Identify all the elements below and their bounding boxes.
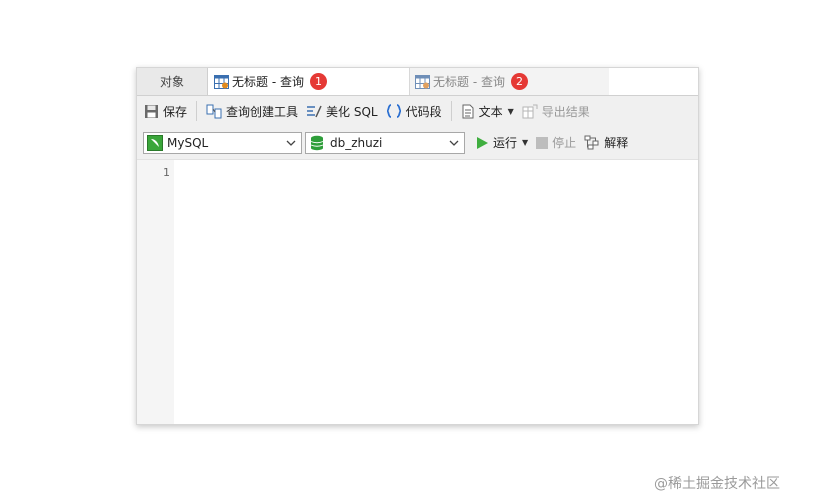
text-mode-label: 文本 (478, 104, 503, 119)
document-icon (462, 104, 474, 118)
dropdown-arrow-icon: ▼ (507, 106, 514, 116)
query-table-icon (214, 74, 229, 89)
stop-button[interactable]: 停止 (532, 132, 580, 154)
export-icon (522, 104, 538, 118)
tab-bar: 对象 无标题 - 查询 1 无标题 - 查询 2 (137, 68, 698, 96)
toolbar-divider (196, 101, 198, 121)
braces-icon (386, 104, 401, 118)
tab-query-1-label: 无标题 - 查询 (232, 75, 304, 89)
line-number-gutter: 1 (137, 160, 174, 424)
save-icon (145, 104, 158, 118)
explain-button[interactable]: 解释 (580, 132, 632, 154)
connection-value: MySQL (167, 135, 209, 150)
query-toolbar: 保存 查询创建工具 美化 SQL 代码段 文本 ▼ 导出结果 (137, 96, 698, 126)
export-results-label: 导出结果 (541, 104, 590, 119)
tab-objects-label: 对象 (159, 75, 184, 89)
run-button[interactable]: 运行 ▼ (471, 132, 532, 154)
save-button[interactable]: 保存 (140, 100, 191, 122)
chevron-down-icon (449, 140, 459, 146)
connection-toolbar: MySQL db_zhuzi 运行 ▼ 停止 解释 (137, 126, 698, 160)
tab-query-2-badge: 2 (510, 73, 528, 90)
beautify-icon (307, 105, 322, 117)
tab-query-1-badge: 1 (309, 73, 327, 90)
tab-query-2-label: 无标题 - 查询 (433, 75, 505, 89)
code-snippet-button[interactable]: 代码段 (382, 100, 446, 122)
database-select[interactable]: db_zhuzi (305, 131, 465, 154)
connection-select[interactable]: MySQL (143, 131, 302, 154)
run-label: 运行 (493, 136, 518, 150)
query-table-icon (415, 74, 430, 89)
save-label: 保存 (163, 104, 188, 119)
tab-objects[interactable]: 对象 (137, 68, 208, 95)
query-builder-button[interactable]: 查询创建工具 (202, 100, 302, 122)
stop-label: 停止 (552, 136, 577, 150)
mysql-connection-icon (147, 134, 163, 151)
dropdown-arrow-icon: ▼ (522, 138, 529, 147)
explain-icon (584, 135, 599, 150)
beautify-sql-button[interactable]: 美化 SQL (302, 100, 382, 122)
tab-query-2[interactable]: 无标题 - 查询 2 (410, 68, 609, 95)
export-results-button[interactable]: 导出结果 (518, 100, 594, 122)
sql-editor[interactable]: 1 (137, 160, 698, 424)
play-icon (477, 136, 488, 149)
watermark: @稀土掘金技术社区 (654, 476, 780, 492)
beautify-label: 美化 SQL (326, 104, 378, 119)
stop-icon (536, 136, 549, 149)
explain-label: 解释 (604, 136, 629, 150)
query-window: 对象 无标题 - 查询 1 无标题 - 查询 2 保存 查询创建工具 美化 SQ… (136, 67, 699, 425)
query-builder-label: 查询创建工具 (226, 104, 299, 119)
database-value: db_zhuzi (330, 135, 383, 150)
toolbar-divider (450, 101, 452, 121)
database-icon (310, 135, 324, 150)
tab-query-1[interactable]: 无标题 - 查询 1 (208, 68, 410, 95)
line-number: 1 (163, 166, 170, 179)
text-mode-dropdown[interactable]: 文本 ▼ (457, 100, 518, 122)
code-snippet-label: 代码段 (405, 104, 442, 119)
chevron-down-icon (286, 140, 296, 146)
query-builder-icon (206, 104, 222, 118)
